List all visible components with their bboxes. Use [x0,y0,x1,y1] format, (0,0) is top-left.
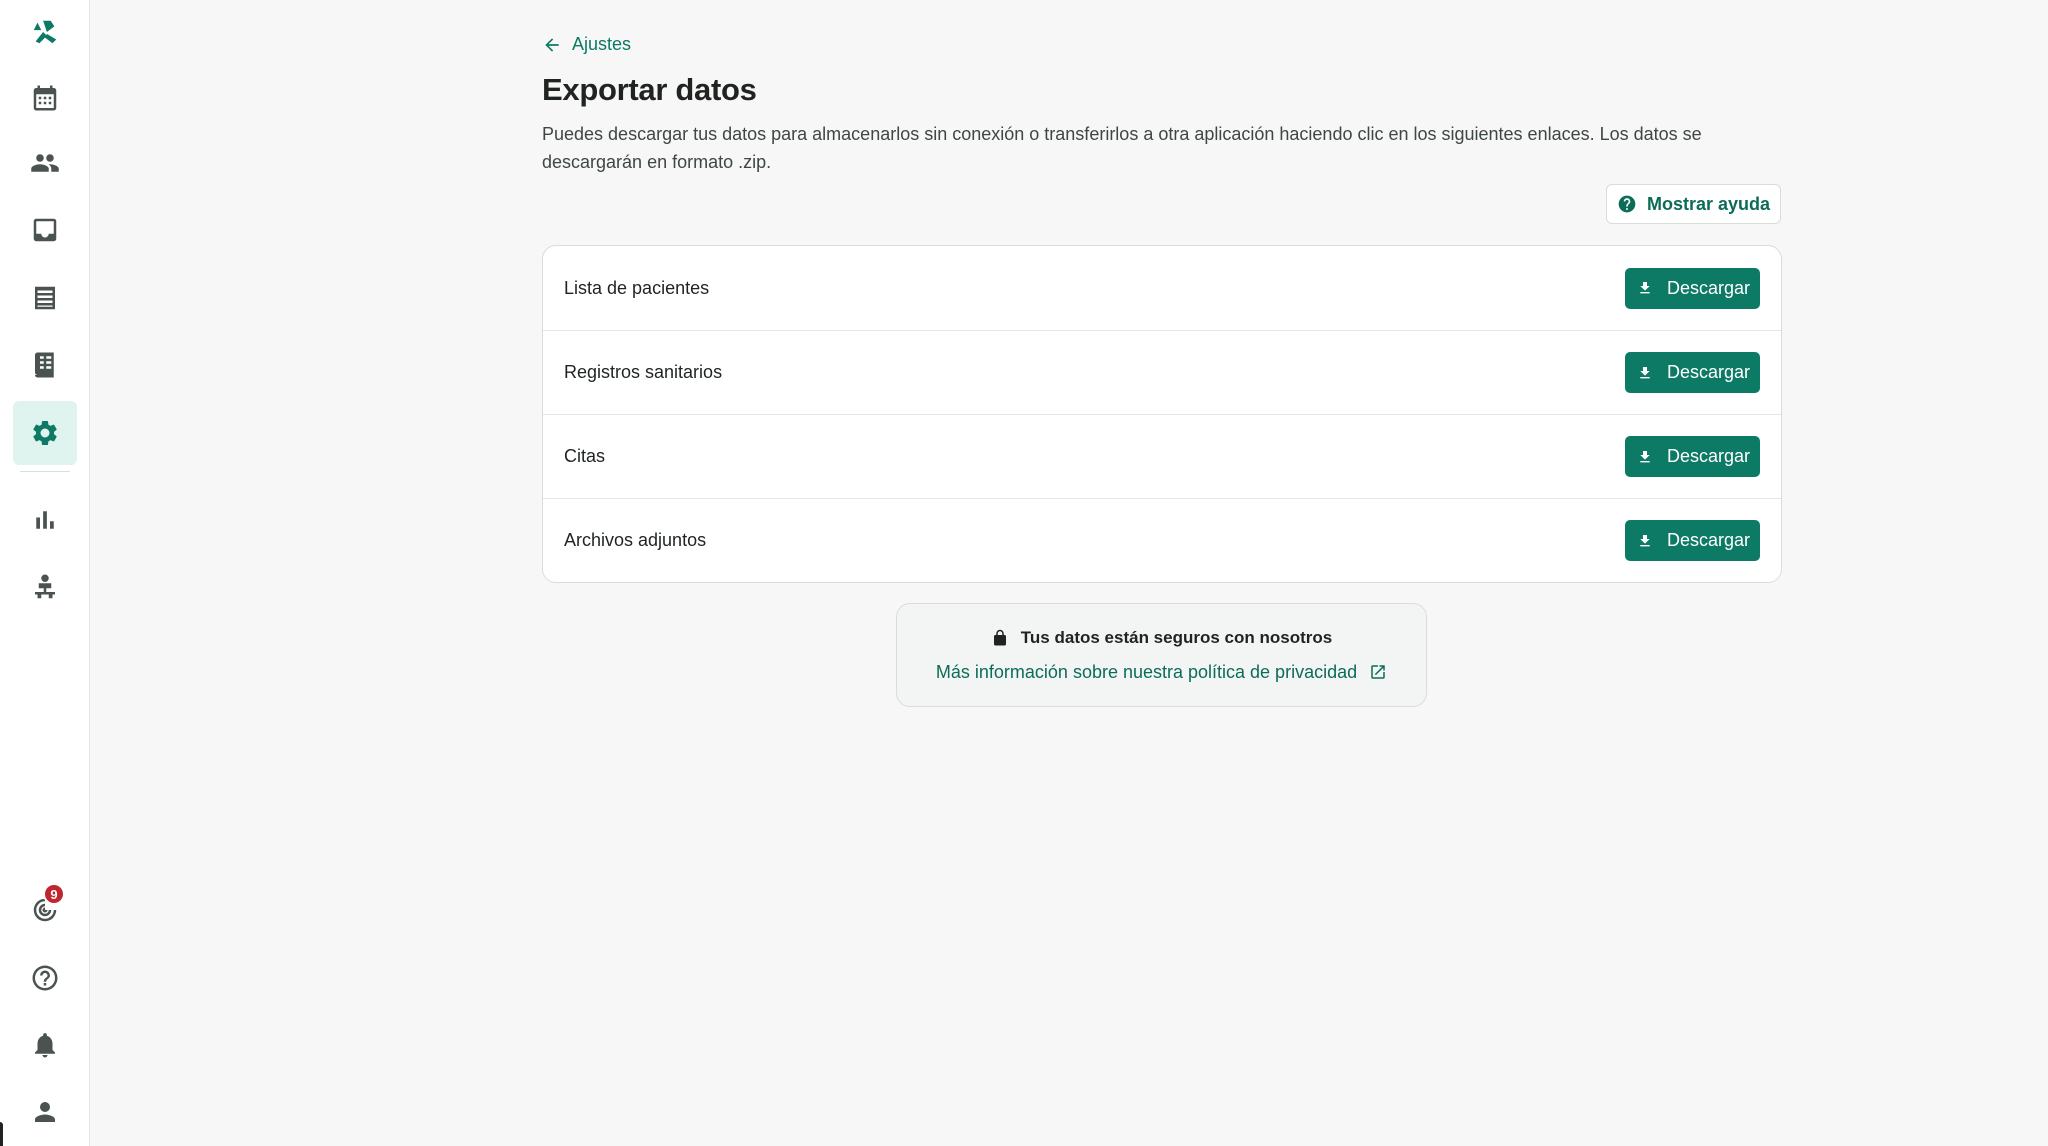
gear-icon [33,420,57,445]
privacy-policy-link[interactable]: Más información sobre nuestra política d… [936,662,1387,683]
user-icon [35,1102,55,1122]
download-icon [1640,450,1650,462]
external-link-icon [1371,665,1385,679]
page-description: Puedes descargar tus datos para almacena… [542,124,1702,172]
download-icon [1640,282,1650,294]
export-row-appointments: Citas Descargar [543,414,1781,498]
list-icon [35,286,55,310]
download-attachments-button[interactable]: Descargar [1624,520,1760,561]
download-health-records-button[interactable]: Descargar [1624,352,1760,393]
app-logo[interactable] [13,0,77,64]
back-link-label: Ajustes [572,34,632,54]
nav-notifications[interactable] [13,1013,77,1077]
org-chart-icon [35,574,55,599]
updates-badge: 9 [43,883,65,905]
arrow-left-icon [545,37,559,52]
show-help-button[interactable]: Mostrar ayuda [1606,184,1782,224]
nav-help[interactable] [13,946,77,1010]
export-row-label: Lista de pacientes [564,277,710,298]
export-row-patients: Lista de pacientes Descargar [543,246,1781,330]
download-label: Descargar [1666,277,1750,298]
nav-billing[interactable] [13,333,77,397]
show-help-label: Mostrar ayuda [1647,193,1771,214]
people-icon [31,154,59,172]
nav-inbox[interactable] [13,198,77,262]
nav-patients[interactable] [13,131,77,195]
help-circle-icon [1618,195,1636,213]
sidebar-divider [20,471,70,472]
page-title: Exportar datos [542,72,757,107]
nav-reports[interactable] [13,488,77,552]
window-corner [0,1122,3,1146]
download-appointments-button[interactable]: Descargar [1624,436,1760,477]
inbox-icon [33,218,57,242]
export-row-attachments: Archivos adjuntos Descargar [543,498,1781,582]
back-link[interactable]: Ajustes [542,34,631,55]
security-title-text: Tus datos están seguros con nosotros [1020,627,1333,647]
privacy-policy-link-text: Más información sobre nuestra política d… [935,661,1358,682]
sidebar: 9 [0,0,90,1146]
export-row-label: Registros sanitarios [564,362,723,382]
bar-chart-icon [36,511,54,529]
export-list: Lista de pacientes Descargar Registros s… [542,245,1782,583]
download-patients-button[interactable]: Descargar [1624,267,1760,309]
export-row-label: Archivos adjuntos [564,530,707,550]
nav-updates[interactable]: 9 [13,878,77,942]
export-row-health-records: Registros sanitarios Descargar [543,330,1781,414]
nav-settings[interactable] [13,401,77,465]
security-notice: Tus datos están seguros con nosotros Más… [896,603,1427,707]
help-icon [32,965,58,991]
export-row-label: Citas [564,446,606,466]
bell-icon [35,1033,55,1058]
download-label: Descargar [1666,362,1750,382]
nav-records[interactable] [13,266,77,330]
download-icon [1640,534,1650,546]
receipt-icon [35,352,54,378]
nav-calendar[interactable] [13,66,77,130]
download-label: Descargar [1666,446,1750,466]
lock-icon [993,629,1006,645]
download-icon [1640,366,1650,378]
app-logo-icon [33,20,57,44]
nav-profile[interactable] [13,1080,77,1144]
calendar-icon [33,85,57,111]
download-label: Descargar [1666,530,1750,550]
security-title: Tus datos están seguros con nosotros [991,628,1332,648]
nav-team[interactable] [13,555,77,619]
